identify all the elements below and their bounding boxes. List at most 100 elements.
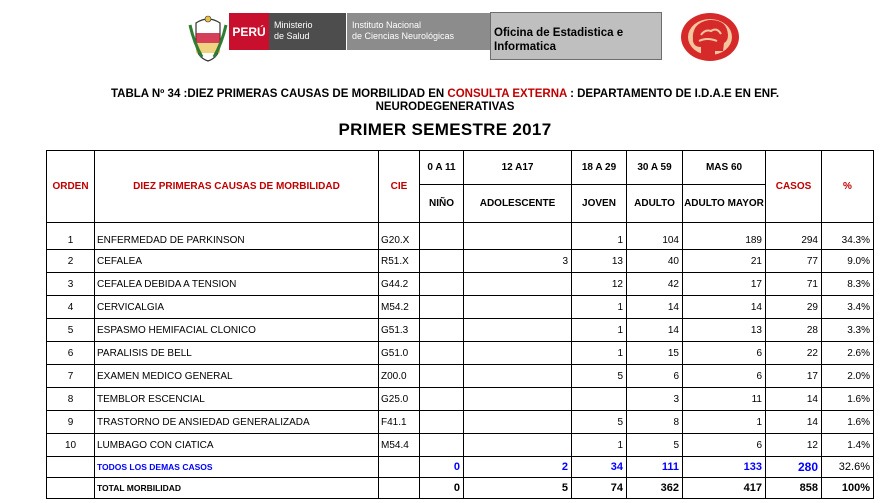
cell-cie: M54.2: [378, 295, 420, 319]
cell-cie: F41.1: [378, 410, 420, 434]
cell-joven: [571, 387, 627, 411]
cell-cie: G51.0: [378, 341, 420, 365]
cell-casos: 12: [765, 433, 822, 457]
cell-orden: 4: [46, 295, 95, 319]
cell-cie: M54.4: [378, 433, 420, 457]
cell-adol: [463, 410, 572, 434]
cell-joven: 1: [571, 222, 627, 250]
cell-causa: CEFALEA DEBIDA A TENSION: [94, 272, 379, 296]
cell-adol: [463, 295, 572, 319]
cell-casos: 29: [765, 295, 822, 319]
office-line-2: Informatica: [494, 41, 556, 53]
table-title: TABLA Nº 34 :DIEZ PRIMERAS CAUSAS DE MOR…: [40, 88, 850, 114]
table-row: 1 ENFERMEDAD DE PARKINSON G20.X 1 104 189 294 3…: [46, 222, 874, 250]
header-age-group: NIÑO: [419, 184, 464, 223]
table-row: 2 CEFALEA R51.X 3 13 40 21 77 9.0%: [46, 249, 874, 273]
cell-pct: 2.0%: [821, 364, 874, 388]
cell-casos: 71: [765, 272, 822, 296]
header-pct: %: [821, 150, 874, 223]
table-row: 8 TEMBLOR ESCENCIAL G25.0 3 11 14 1.6%: [46, 387, 874, 411]
institute-line-1: Instituto Nacional: [352, 20, 422, 30]
cell-joven: 1: [571, 318, 627, 342]
cell-pct: 1.6%: [821, 387, 874, 411]
table-row: 6 PARALISIS DE BELL G51.0 1 15 6 22 2.6%: [46, 341, 874, 365]
peru-coat-of-arms-icon: [188, 15, 228, 62]
cell-casos: 294: [765, 222, 822, 250]
cell-pct: 32.6%: [821, 456, 874, 478]
cell-causa: ENFERMEDAD DE PARKINSON: [94, 222, 379, 250]
cell-nino: [419, 387, 464, 411]
institute-label: Instituto Nacional de Ciencias Neurológi…: [347, 13, 490, 50]
cell-casos: 28: [765, 318, 822, 342]
cell-causa: TODOS LOS DEMAS CASOS: [94, 456, 379, 478]
cell-causa: TOTAL MORBILIDAD: [94, 477, 379, 499]
cell-casos: 14: [765, 387, 822, 411]
office-label: Oficina de Estadistica e Informatica: [490, 12, 662, 60]
table-row-demas: TODOS LOS DEMAS CASOS 0 2 34 111 133 280…: [46, 456, 874, 478]
cell-nino: [419, 341, 464, 365]
header-age-range: 30 A 59: [626, 150, 683, 185]
cell-pct: 1.6%: [821, 410, 874, 434]
cell-casos: 17: [765, 364, 822, 388]
cell-nino: [419, 295, 464, 319]
cell-causa: TRASTORNO DE ANSIEDAD GENERALIZADA: [94, 410, 379, 434]
cell-adulto: 14: [626, 295, 683, 319]
cell-causa: ESPASMO HEMIFACIAL CLONICO: [94, 318, 379, 342]
cell-blank: [46, 456, 95, 478]
header-causas: DIEZ PRIMERAS CAUSAS DE MORBILIDAD: [94, 150, 379, 223]
cell-pct: 34.3%: [821, 222, 874, 250]
cell-cie: G20.X: [378, 222, 420, 250]
cell-adulto: 42: [626, 272, 683, 296]
cell-pct: 9.0%: [821, 249, 874, 273]
cell-casos: 14: [765, 410, 822, 434]
table-row: 3 CEFALEA DEBIDA A TENSION G44.2 12 42 17 71 8.…: [46, 272, 874, 296]
cell-joven: 12: [571, 272, 627, 296]
cell-nino: [419, 410, 464, 434]
table-row: 9 TRASTORNO DE ANSIEDAD GENERALIZADA F41.1…: [46, 410, 874, 434]
table-row: 4 CERVICALGIA M54.2 1 14 14 29 3.4%: [46, 295, 874, 319]
morbidity-table: ORDEN DIEZ PRIMERAS CAUSAS DE MORBILIDAD…: [46, 150, 874, 499]
cell-orden: 9: [46, 410, 95, 434]
cell-mayor: 6: [682, 341, 766, 365]
cell-joven: 74: [571, 477, 627, 499]
header-age-range: 12 A17: [463, 150, 572, 185]
header-orden: ORDEN: [46, 150, 95, 223]
cell-casos: 858: [765, 477, 822, 499]
document-header: PERÚ Ministerio de Salud Instituto Nacio…: [0, 0, 889, 80]
cell-mayor: 6: [682, 364, 766, 388]
cell-mayor: 21: [682, 249, 766, 273]
cell-mayor: 6: [682, 433, 766, 457]
cell-adulto: 15: [626, 341, 683, 365]
cell-blank: [378, 477, 420, 499]
cell-adol: [463, 341, 572, 365]
cell-blank: [378, 456, 420, 478]
cell-adol: [463, 433, 572, 457]
title-line-2: NEURODEGENERATIVAS: [375, 101, 515, 113]
cell-joven: 1: [571, 295, 627, 319]
table-subtitle: PRIMER SEMESTRE 2017: [338, 120, 552, 139]
cell-orden: 7: [46, 364, 95, 388]
cell-nino: 0: [419, 456, 464, 478]
cell-mayor: 417: [682, 477, 766, 499]
cell-adulto: 5: [626, 433, 683, 457]
header-age-group: ADOLESCENTE: [463, 184, 572, 223]
cell-adulto: 40: [626, 249, 683, 273]
cell-causa: LUMBAGO CON CIATICA: [94, 433, 379, 457]
cell-mayor: 14: [682, 295, 766, 319]
cell-adulto: 362: [626, 477, 683, 499]
cell-mayor: 133: [682, 456, 766, 478]
cell-pct: 100%: [821, 477, 874, 499]
cell-nino: [419, 249, 464, 273]
cell-casos: 77: [765, 249, 822, 273]
institute-head-logo-icon: [681, 13, 739, 61]
cell-adol: 2: [463, 456, 572, 478]
cell-nino: [419, 272, 464, 296]
header-age-group: JOVEN: [571, 184, 627, 223]
cell-pct: 3.4%: [821, 295, 874, 319]
cell-nino: [419, 318, 464, 342]
cell-causa: TEMBLOR ESCENCIAL: [94, 387, 379, 411]
cell-adol: [463, 364, 572, 388]
cell-nino: [419, 222, 464, 250]
cell-causa: CEFALEA: [94, 249, 379, 273]
cell-cie: R51.X: [378, 249, 420, 273]
